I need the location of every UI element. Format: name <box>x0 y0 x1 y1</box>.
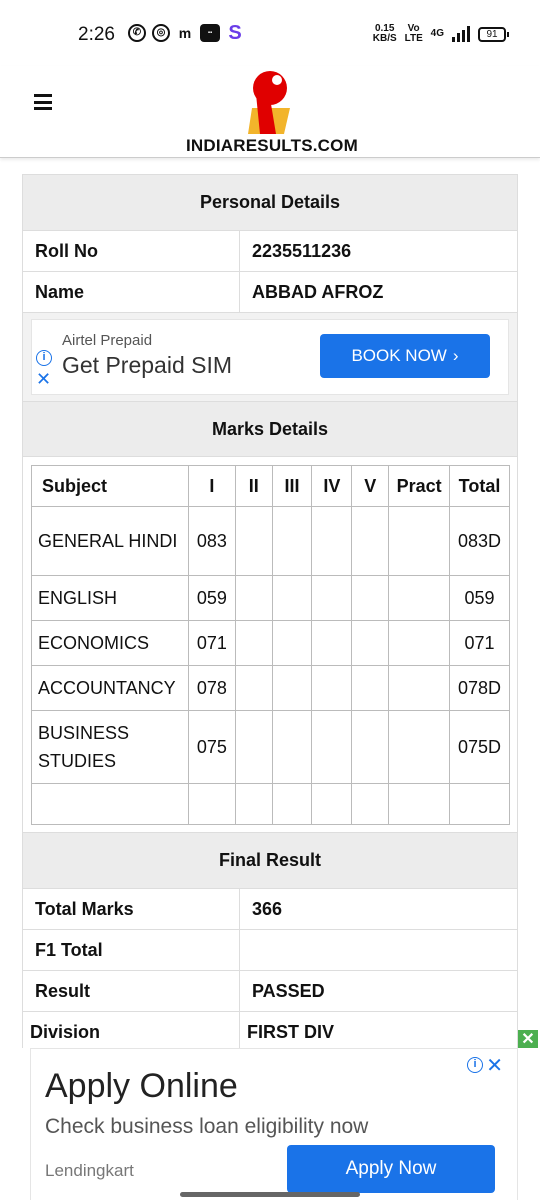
mark-cell: 059 <box>187 575 236 621</box>
subject-cell: GENERAL HINDI <box>31 506 189 576</box>
mark-cell: 083 <box>187 506 236 576</box>
mark-cell: 071 <box>187 620 236 666</box>
menu-icon[interactable] <box>34 94 52 110</box>
bottom-ad-banner[interactable]: Apply Online Check business loan eligibi… <box>0 1048 540 1200</box>
total-cell: 078D <box>449 665 510 711</box>
col-iv: IV <box>311 465 353 507</box>
total-marks-row: Total Marks 366 <box>23 889 517 930</box>
bottom-ad-card[interactable]: Apply Online Check business loan eligibi… <box>30 1048 518 1200</box>
subject-cell: ENGLISH <box>31 575 189 621</box>
whatsapp-icon: ✆ <box>128 24 146 42</box>
status-time: 2:26 <box>78 24 115 45</box>
marks-table-wrap: Subject I II III IV V Pract Total GENERA… <box>23 457 517 825</box>
roll-label: Roll No <box>23 231 240 271</box>
subject-cell: ACCOUNTANCY <box>31 665 189 711</box>
inline-ad[interactable]: Airtel Prepaid Get Prepaid SIM i ✕ BOOK … <box>31 319 509 395</box>
system-icons: 0.15 KB/S Vo LTE 4G 91 <box>372 23 509 44</box>
result-label: Result <box>23 971 240 1011</box>
logo-mark-icon <box>248 71 290 134</box>
name-row: Name ABBAD AFROZ <box>23 272 517 313</box>
ad-headline: Get Prepaid SIM <box>62 352 233 378</box>
subject-cell: BUSINESS STUDIES <box>31 710 189 784</box>
total-cell: 059 <box>449 575 510 621</box>
col-i: I <box>187 465 236 507</box>
personal-details-heading: Personal Details <box>23 175 517 231</box>
total-cell: 071 <box>449 620 510 666</box>
col-ii: II <box>234 465 273 507</box>
total-marks-label: Total Marks <box>23 889 240 929</box>
net-speed: 0.15 KB/S <box>372 23 397 44</box>
logo-text: INDIARESULTS.COM <box>186 136 358 155</box>
f1-total-value <box>240 930 517 970</box>
close-ad-icon[interactable]: ✕ <box>518 1030 538 1050</box>
mark-cell: 075 <box>187 710 236 784</box>
battery-icon: 91 <box>478 26 509 42</box>
volte-icon: Vo LTE <box>404 23 423 44</box>
table-row: ACCOUNTANCY 078 078D <box>31 665 510 711</box>
signal-icon <box>452 26 470 42</box>
f1-total-label: F1 Total <box>23 930 240 970</box>
network-type: 4G <box>430 28 444 39</box>
table-row: BUSINESS STUDIES 075 075D <box>31 710 510 784</box>
ad-close-icon[interactable]: ✕ <box>36 370 51 388</box>
final-result-heading: Final Result <box>23 833 517 889</box>
marks-table: Subject I II III IV V Pract Total GENERA… <box>31 465 510 825</box>
total-cell: 083D <box>449 506 510 576</box>
table-row: ENGLISH 059 059 <box>31 575 510 621</box>
roll-value: 2235511236 <box>252 240 352 261</box>
marks-header-row: Subject I II III IV V Pract Total <box>31 465 510 507</box>
col-total: Total <box>449 465 510 507</box>
col-subject: Subject <box>31 465 189 507</box>
result-value: PASSED <box>252 980 325 1001</box>
fintech-app-icon: ▪▪ <box>200 24 220 42</box>
site-header: INDIARESULTS.COM <box>0 66 540 158</box>
ad-brand: Lendingkart <box>45 1161 134 1180</box>
result-row: Result PASSED <box>23 971 517 1012</box>
site-logo[interactable]: INDIARESULTS.COM <box>186 68 358 155</box>
status-bar: 2:26 ✆ ◎ m ▪▪ S 0.15 KB/S Vo LTE 4G 91 <box>0 0 540 66</box>
ad-subtitle: Check business loan eligibility now <box>45 1115 369 1138</box>
instagram-icon: ◎ <box>152 24 170 42</box>
m-app-icon: m <box>178 25 192 41</box>
roll-row: Roll No 2235511236 <box>23 231 517 272</box>
ad-close-icon[interactable]: ✕ <box>486 1053 503 1078</box>
gesture-bar[interactable] <box>180 1192 360 1197</box>
apply-now-button[interactable]: Apply Now <box>287 1145 495 1193</box>
col-pract: Pract <box>388 465 451 507</box>
division-row: Division FIRST DIV <box>23 1012 517 1053</box>
table-row-empty <box>31 783 510 825</box>
name-label: Name <box>23 272 240 312</box>
ad-info-icon[interactable]: i <box>36 350 52 366</box>
s-app-icon: S <box>228 22 242 44</box>
name-value: ABBAD AFROZ <box>252 281 384 302</box>
result-card: Personal Details Roll No 2235511236 Name… <box>22 174 518 1054</box>
table-row: GENERAL HINDI 083 083D <box>31 506 510 576</box>
total-marks-value: 366 <box>252 898 283 919</box>
ad-title: Apply Online <box>45 1067 238 1105</box>
table-row: ECONOMICS 071 071 <box>31 620 510 666</box>
book-now-label: BOOK NOW <box>351 346 447 365</box>
col-iii: III <box>271 465 313 507</box>
chevron-right-icon: › <box>452 346 459 365</box>
division-label: Division <box>23 1012 240 1052</box>
mark-cell: 078 <box>187 665 236 711</box>
f1-total-row: F1 Total <box>23 930 517 971</box>
total-cell: 075D <box>449 710 510 784</box>
notification-icons: ✆ ◎ m ▪▪ S <box>128 22 244 44</box>
subject-cell: ECONOMICS <box>31 620 189 666</box>
ad-advertiser: Airtel Prepaid <box>62 332 153 349</box>
division-value: FIRST DIV <box>247 1021 335 1042</box>
col-v: V <box>351 465 390 507</box>
ad-info-icon[interactable]: i <box>467 1057 483 1073</box>
marks-details-heading: Marks Details <box>23 401 517 457</box>
book-now-button[interactable]: BOOK NOW › <box>320 334 490 378</box>
